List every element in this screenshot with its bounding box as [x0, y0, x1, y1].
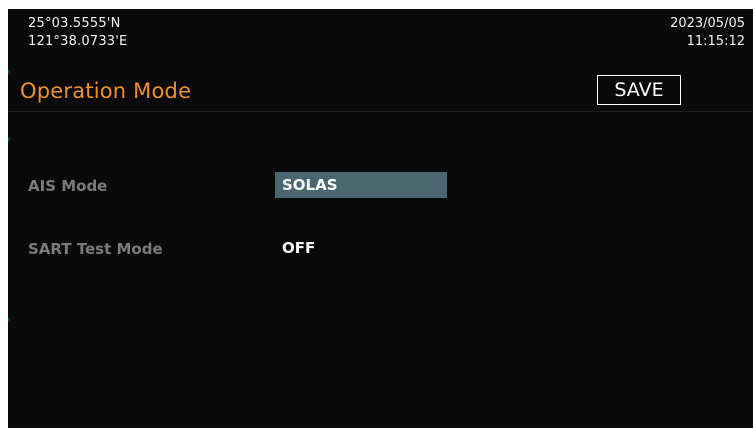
position-readout: 25°03.5555'N 121°38.0733'E	[28, 15, 127, 51]
time-text: 11:15:12	[686, 34, 745, 49]
title-bar: Operation Mode SAVE	[8, 75, 753, 112]
latitude-text: 25°03.5555'N	[28, 16, 121, 31]
screen-edge	[8, 9, 10, 428]
page-title: Operation Mode	[20, 79, 192, 103]
save-button[interactable]: SAVE	[597, 75, 681, 105]
ais-mode-label: AIS Mode	[28, 177, 108, 195]
display-screen: 25°03.5555'N 121°38.0733'E 2023/05/05 11…	[8, 9, 753, 428]
sart-test-mode-label: SART Test Mode	[28, 240, 163, 258]
sart-test-mode-value[interactable]: OFF	[275, 235, 447, 261]
ais-mode-value[interactable]: SOLAS	[275, 172, 447, 198]
longitude-text: 121°38.0733'E	[28, 34, 128, 49]
date-text: 2023/05/05	[670, 16, 745, 31]
datetime-readout: 2023/05/05 11:15:12	[670, 15, 745, 51]
